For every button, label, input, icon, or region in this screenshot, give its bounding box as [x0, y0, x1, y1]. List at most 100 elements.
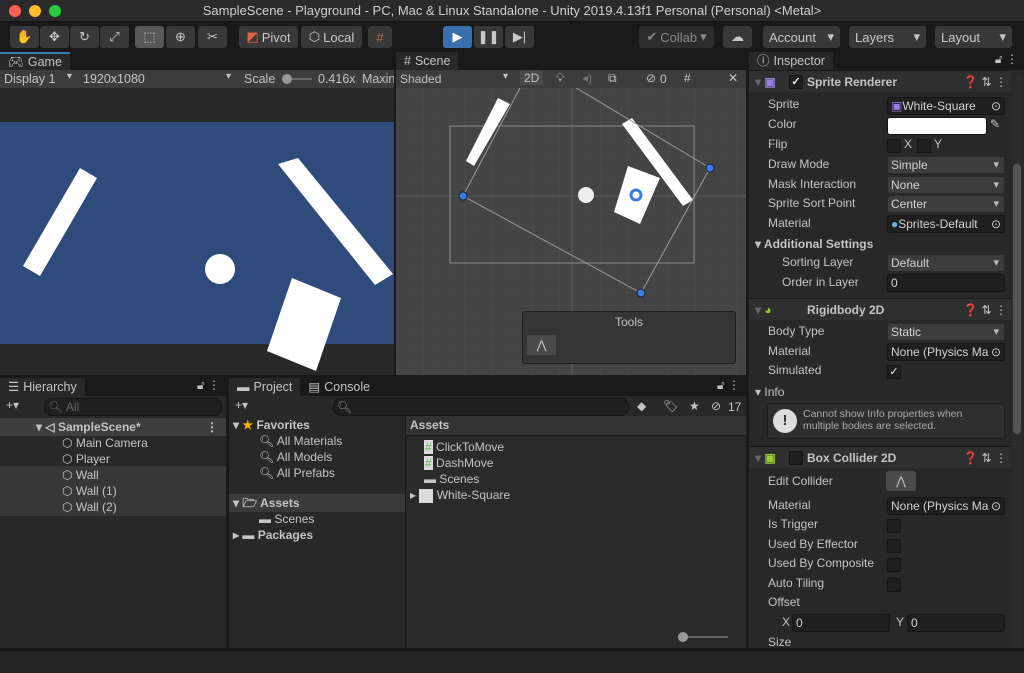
play-button[interactable]: ▶ [443, 26, 472, 48]
rigidbody-header[interactable]: ▾ ◕ Rigidbody 2D ❓ ⇅ ⋮ [749, 298, 1011, 320]
zoom-window-button[interactable] [49, 5, 61, 17]
lighting-icon[interactable]: 💡︎ [556, 71, 564, 86]
tab-game[interactable]: 🎮︎ Game [0, 52, 70, 70]
display-dropdown[interactable]: Display 1 [4, 72, 55, 86]
box-collider-header[interactable]: ▾ ▣ Box Collider 2D ❓ ⇅ ⋮ [749, 446, 1011, 468]
order-in-layer-input[interactable]: 0 [887, 274, 1005, 292]
edit-collider-button[interactable]: ⋀ [886, 471, 916, 491]
packages-folder[interactable]: ▸ ▬ Packages [229, 526, 405, 544]
pivot-toggle[interactable]: ◩ Pivot [239, 26, 298, 48]
favorite-item[interactable]: 🔍︎ All Prefabs [229, 464, 405, 482]
favorites-star-icon[interactable]: ★ [689, 399, 700, 413]
sort-point-dropdown[interactable]: Center [887, 195, 1005, 213]
hidden-objects-icon[interactable]: ⊘ [646, 71, 656, 85]
used-by-effector-checkbox[interactable] [887, 539, 901, 553]
local-toggle[interactable]: ⬡ Local [301, 26, 362, 48]
layers-dropdown[interactable]: Layers ▾ [849, 26, 926, 48]
physics-material-field[interactable]: None (Physics Ma ⊙ [887, 343, 1005, 361]
hidden-packages-icon[interactable]: ⊘ [711, 399, 721, 413]
cloud-button[interactable]: ☁ [723, 26, 752, 48]
search-by-label-icon[interactable]: 🏷︎ [663, 399, 678, 413]
sprite-renderer-enabled-checkbox[interactable]: ✓ [789, 75, 803, 89]
tab-project[interactable]: ▬ Project [229, 378, 301, 396]
used-by-composite-checkbox[interactable] [887, 558, 901, 572]
hierarchy-search-input[interactable]: 🔍︎ All [44, 398, 222, 416]
object-picker-icon[interactable]: ⊙ [990, 344, 1001, 360]
game-viewport[interactable] [0, 88, 394, 375]
layout-dropdown[interactable]: Layout ▾ [935, 26, 1012, 48]
rect-handle[interactable] [458, 191, 468, 201]
sorting-layer-dropdown[interactable]: Default [887, 254, 1005, 272]
rect-handle[interactable] [636, 288, 646, 298]
lock-icon[interactable]: 🔓︎ ⋮ [717, 378, 746, 396]
scale-slider[interactable] [282, 74, 312, 84]
physics-material-field[interactable]: None (Physics Ma ⊙ [887, 497, 1005, 515]
offset-y-input[interactable]: 0 [907, 614, 1005, 632]
component-menu-icons[interactable]: ❓ ⇅ ⋮ [963, 447, 1007, 469]
create-button[interactable]: +▾ [6, 398, 19, 412]
tab-inspector[interactable]: ⓘ Inspector [749, 52, 833, 70]
scrollbar-thumb[interactable] [1013, 164, 1021, 434]
component-menu-icons[interactable]: ❓ ⇅ ⋮ [963, 299, 1007, 321]
move-tool-button[interactable]: ✥ [40, 26, 69, 48]
tab-console[interactable]: ▤ Console [300, 378, 379, 396]
object-picker-icon[interactable]: ⊙ [990, 216, 1001, 232]
tab-hierarchy[interactable]: ☰ Hierarchy [0, 378, 85, 396]
snap-toggle[interactable]: # [368, 26, 392, 48]
effects-icon[interactable]: ⧉ [608, 71, 617, 86]
flip-y-checkbox[interactable] [917, 139, 931, 153]
draw-mode-dropdown[interactable]: Simple [887, 156, 1005, 174]
audio-icon[interactable]: ◂) [582, 71, 592, 85]
additional-settings-foldout[interactable]: ▾ Additional Settings [749, 235, 1011, 253]
create-asset-button[interactable]: +▾ [235, 398, 248, 412]
shading-dropdown[interactable]: Shaded [400, 72, 441, 86]
object-picker-icon[interactable]: ⊙ [991, 98, 1001, 114]
body-type-dropdown[interactable]: Static [887, 323, 1005, 341]
scene-tools-icon[interactable]: ✕ [728, 71, 738, 85]
collab-dropdown[interactable]: ✔ Collab ▾ [639, 26, 714, 48]
minimize-window-button[interactable] [29, 5, 41, 17]
close-window-button[interactable] [9, 5, 21, 17]
scale-slider-thumb[interactable] [282, 74, 292, 84]
resolution-dropdown[interactable]: 1920x1080 [83, 72, 145, 86]
lock-icon[interactable]: 🔓︎ ⋮ [197, 378, 226, 396]
gizmos-icon[interactable]: # [684, 71, 691, 85]
pause-button[interactable]: ❚❚ [474, 26, 503, 48]
material-field[interactable]: ●Sprites-Default ⊙ [887, 215, 1005, 233]
search-by-type-icon[interactable]: ◆ [637, 399, 646, 413]
transform-tool-button[interactable]: ⊕ [166, 26, 195, 48]
sprite-renderer-header[interactable]: ▾ ▣ ✓ Sprite Renderer ❓ ⇅ ⋮ [749, 70, 1011, 92]
rect-tool-button[interactable]: ⬚ [135, 26, 164, 48]
hierarchy-item-selected[interactable]: ⬡ Wall (2) [0, 498, 226, 516]
slider-thumb[interactable] [678, 632, 688, 642]
asset-item[interactable]: ▸ White-Square [406, 486, 746, 504]
hand-tool-button[interactable]: ✋ [10, 26, 39, 48]
box-collider-enabled-checkbox[interactable] [789, 451, 803, 465]
step-button[interactable]: ▶| [505, 26, 534, 48]
sprite-field[interactable]: ▣White-Square ⊙ [887, 97, 1005, 115]
eyedropper-icon[interactable]: ✎ [990, 117, 1000, 131]
2d-toggle[interactable]: 2D [520, 71, 544, 85]
tab-scene[interactable]: # Scene [396, 52, 459, 70]
lock-icon[interactable]: 🔓︎ ⋮ [995, 52, 1024, 70]
component-menu-icons[interactable]: ❓ ⇅ ⋮ [963, 71, 1007, 93]
is-trigger-checkbox[interactable] [887, 519, 901, 533]
rotate-tool-button[interactable]: ↻ [70, 26, 99, 48]
scale-tool-button[interactable]: ⤢ [100, 26, 129, 48]
edit-collider-tool-button[interactable]: ⋀ [527, 335, 556, 355]
project-search-input[interactable]: 🔍︎ [333, 398, 629, 416]
auto-tiling-checkbox[interactable] [887, 578, 901, 592]
info-foldout[interactable]: ▾ Info [749, 383, 1011, 401]
inspector-scrollbar[interactable] [1012, 74, 1022, 648]
offset-x-input[interactable]: 0 [792, 614, 890, 632]
object-picker-icon[interactable]: ⊙ [990, 498, 1001, 514]
account-dropdown[interactable]: Account ▾ [763, 26, 840, 48]
rect-handle[interactable] [705, 163, 715, 173]
simulated-checkbox[interactable]: ✓ [887, 365, 901, 379]
mask-interaction-dropdown[interactable]: None [887, 176, 1005, 194]
color-field[interactable] [887, 117, 987, 135]
flip-x-checkbox[interactable] [887, 139, 901, 153]
icon-size-slider[interactable] [678, 632, 728, 642]
custom-tool-button[interactable]: ✂ [198, 26, 227, 48]
maximize-on-play-toggle[interactable]: Maxin [362, 72, 394, 86]
